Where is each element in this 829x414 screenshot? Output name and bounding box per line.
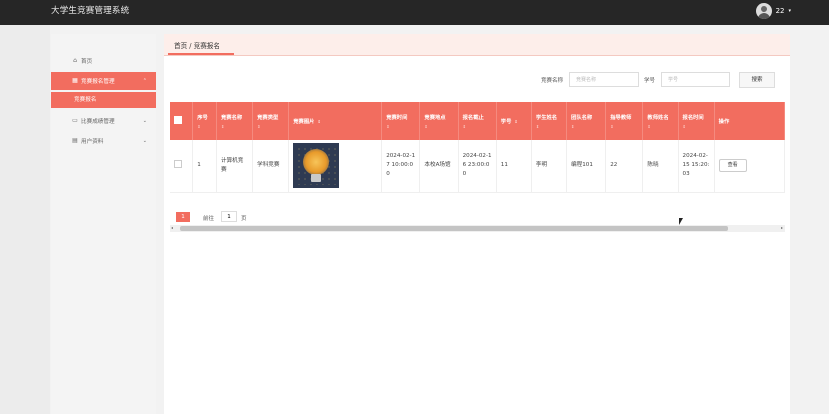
cell-deadline: 2024-02-16 23:00:00 — [458, 140, 497, 193]
page-margin — [0, 25, 50, 414]
home-icon: ⌂ — [73, 57, 77, 64]
cell-actions: 查看 — [714, 140, 785, 193]
goto-suffix: 页 — [241, 216, 247, 222]
column-header[interactable]: 报名时间 ⇕ — [678, 102, 715, 140]
column-header[interactable]: 学生姓名 ⇕ — [531, 102, 568, 140]
select-all-checkbox[interactable] — [170, 102, 194, 140]
scroll-left-icon[interactable]: ◂ — [171, 225, 173, 230]
column-header[interactable]: 竞赛名称 ⇕ — [216, 102, 254, 140]
column-header: 操作 — [714, 102, 785, 140]
scroll-right-icon[interactable]: ▸ — [781, 225, 783, 230]
column-header[interactable]: 竞赛图片 ⇕ — [288, 102, 383, 140]
column-header[interactable]: 团队名称 ⇕ — [566, 102, 607, 140]
chevron-down-icon: ⌄ — [142, 118, 147, 124]
column-header[interactable]: 竞赛类型 ⇕ — [252, 102, 290, 140]
sort-icon[interactable]: ⇕ — [536, 124, 562, 129]
row-checkbox[interactable] — [174, 159, 182, 168]
cell-competition-type: 学科竞赛 — [252, 140, 290, 193]
scrollbar-thumb[interactable] — [180, 226, 728, 231]
breadcrumb-home[interactable]: 首页 — [174, 42, 187, 50]
column-header[interactable]: 竞赛时间 ⇕ — [381, 102, 421, 140]
cell-team-name: 编程101 — [566, 140, 607, 193]
data-table: 序号 ⇕ 竞赛名称 ⇕ 竞赛类型 ⇕ 竞赛图片 ⇕ 竞赛时间 ⇕ 竞赛地点 ⇕ 报名截止 ⇕ … — [170, 102, 785, 232]
cell-competition-image — [288, 140, 383, 193]
column-header[interactable]: 序号 ⇕ — [192, 102, 217, 140]
card-icon: ▭ — [72, 117, 78, 124]
sidebar-subitem-competition-signup[interactable]: 竞赛报名 — [51, 92, 156, 108]
sidebar-item-label: 用户资料 — [81, 139, 104, 145]
calendar-icon: ▤ — [72, 137, 78, 144]
sort-icon[interactable]: ⇕ — [610, 124, 638, 129]
sidebar-item-competition-signup-mgmt[interactable]: ▦ 竞赛报名管理 ⌃ — [51, 72, 156, 90]
competition-name-input[interactable] — [569, 72, 639, 87]
sort-icon[interactable]: ⇕ — [257, 124, 284, 129]
sidebar-item-score-mgmt[interactable]: ▭ 比赛成绩管理 ⌄ — [51, 112, 156, 130]
sort-icon[interactable]: ⇕ — [424, 124, 453, 129]
user-name: 22 — [775, 7, 785, 15]
breadcrumb-current: 竞赛报名 — [193, 42, 220, 50]
column-header[interactable]: 竞赛地点 ⇕ — [419, 102, 459, 140]
sidebar-item-label: 首页 — [81, 59, 93, 65]
sort-icon[interactable]: ⇕ — [386, 124, 415, 129]
cell-student-id: 11 — [496, 140, 532, 193]
column-header[interactable]: 报名截止 ⇕ — [458, 102, 497, 140]
cell-competition-place: 本校A场馆 — [419, 140, 459, 193]
sort-icon[interactable]: ⇕ — [571, 124, 601, 129]
sort-icon[interactable]: ⇕ — [647, 124, 673, 129]
user-menu[interactable]: 22 ▾ — [755, 3, 791, 19]
cell-competition-time: 2024-02-17 10:00:00 — [381, 140, 421, 193]
column-header[interactable]: 指导教师 ⇕ — [605, 102, 644, 140]
competition-name-label: 竞赛名称 — [541, 78, 564, 84]
column-header[interactable]: 学号 ⇕ — [496, 102, 532, 140]
sort-icon[interactable]: ⇕ — [197, 124, 212, 129]
page-number-current[interactable]: 1 — [176, 212, 190, 222]
cell-teacher-name: 陈晓 — [642, 140, 679, 193]
lightbulb-image — [293, 143, 340, 189]
sidebar-item-home[interactable]: ⌂ 首页 — [51, 52, 156, 70]
cell-student-name: 李明 — [531, 140, 568, 193]
sidebar-item-label: 竞赛报名管理 — [81, 79, 115, 85]
sidebar-item-user-profile[interactable]: ▤ 用户资料 ⌄ — [51, 132, 156, 150]
sidebar: ⌂ 首页 ▦ 竞赛报名管理 ⌃ 竞赛报名 ▭ 比赛成绩管理 ⌄ ▤ 用户资料 ⌄ — [51, 34, 156, 414]
cell-teacher-id: 22 — [605, 140, 644, 193]
column-header[interactable]: 教师姓名 ⇕ — [642, 102, 679, 140]
table-header-row: 序号 ⇕ 竞赛名称 ⇕ 竞赛类型 ⇕ 竞赛图片 ⇕ 竞赛时间 ⇕ 竞赛地点 ⇕ 报名截止 ⇕ … — [170, 102, 785, 140]
cell-index: 1 — [192, 140, 217, 193]
chevron-up-icon: ⌃ — [142, 78, 147, 84]
goto-label: 前往 — [203, 216, 215, 222]
mouse-cursor-icon — [679, 218, 687, 225]
caret-down-icon: ▾ — [788, 8, 791, 14]
chevron-down-icon: ⌄ — [142, 138, 147, 144]
top-bar: 大学生竞赛管理系统 22 ▾ — [0, 0, 829, 25]
goto-page-input[interactable] — [221, 211, 237, 222]
sort-icon[interactable]: ⇕ — [514, 119, 517, 124]
breadcrumb-underline — [168, 53, 234, 55]
view-button[interactable]: 查看 — [718, 159, 747, 173]
row-checkbox-cell[interactable] — [170, 140, 194, 193]
sort-icon[interactable]: ⇕ — [463, 124, 492, 129]
sidebar-item-label: 比赛成绩管理 — [81, 119, 115, 125]
student-id-input[interactable] — [661, 72, 730, 87]
avatar[interactable] — [755, 3, 772, 19]
sort-icon[interactable]: ⇕ — [317, 119, 320, 124]
search-button[interactable]: 搜索 — [739, 72, 775, 88]
sort-icon[interactable]: ⇕ — [221, 124, 248, 129]
cell-signup-time: 2024-02-15 15:20:03 — [678, 140, 715, 193]
main-content: 首页 / 竞赛报名 竞赛名称 学号 搜索 序号⇕ 竞赛名称⇕ 竞赛类型⇕ 竞赛图… — [164, 34, 790, 414]
app-title: 大学生竞赛管理系统 — [51, 6, 130, 16]
horizontal-scrollbar[interactable]: ◂ ▸ — [170, 225, 785, 232]
grid-icon: ▦ — [72, 77, 78, 84]
cell-competition-name: 计算机竞赛 — [216, 140, 254, 193]
breadcrumb: 首页 / 竞赛报名 — [164, 34, 790, 56]
student-id-label: 学号 — [644, 78, 656, 84]
table-row: 1 计算机竞赛 学科竞赛 2024-02-17 10:00:00 本校A场馆 2… — [170, 140, 785, 193]
sort-icon[interactable]: ⇕ — [683, 124, 710, 129]
